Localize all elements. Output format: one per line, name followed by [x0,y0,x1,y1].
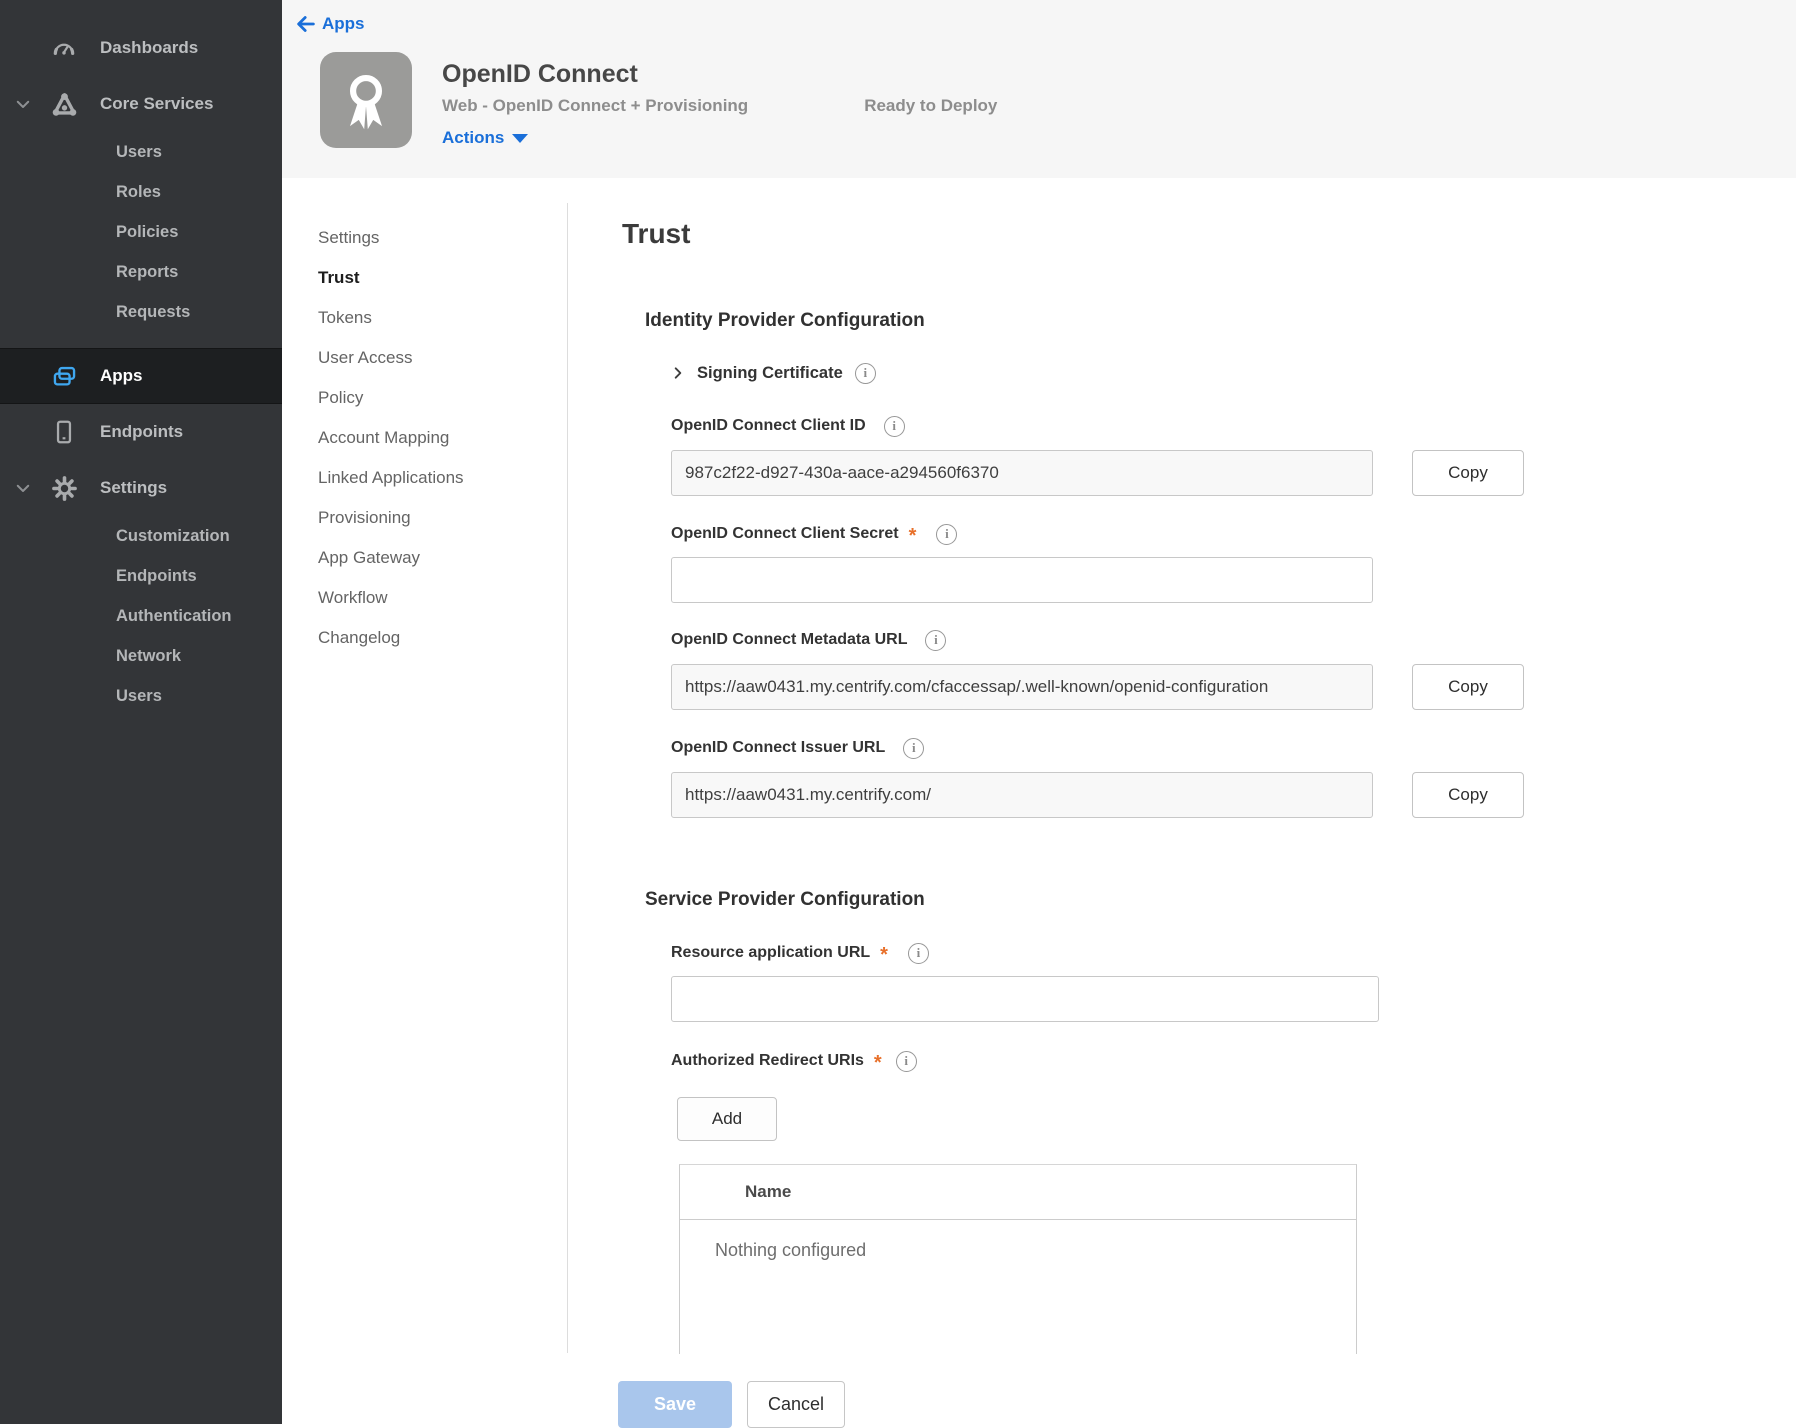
tab-account-mapping[interactable]: Account Mapping [282,418,567,458]
redirect-uris-label: Authorized Redirect URIs [671,1052,864,1070]
client-secret-label: OpenID Connect Client Secret [671,525,899,543]
client-secret-label-row: OpenID Connect Client Secret * i [671,524,1642,544]
metadata-url-input[interactable] [671,664,1373,710]
info-icon[interactable]: i [855,363,876,384]
caret-down-icon [512,134,528,143]
sidebar-item-label: Core Services [100,94,213,114]
sidebar-item-dashboards[interactable]: Dashboards [0,20,282,76]
sidebar-item-label: Settings [100,478,167,498]
gear-icon [50,474,78,502]
main-sidebar: Dashboards Core Services Users Roles Pol… [0,0,282,1424]
info-icon[interactable]: i [896,1051,917,1072]
sidebar-item-users-settings[interactable]: Users [0,676,282,716]
core-services-icon [50,90,78,118]
cancel-button[interactable]: Cancel [747,1381,845,1428]
page-app-title: OpenID Connect [442,60,638,89]
info-icon[interactable]: i [884,416,905,437]
page-title: Trust [622,217,1642,251]
sidebar-item-customization[interactable]: Customization [0,516,282,556]
issuer-url-label: OpenID Connect Issuer URL [671,739,885,757]
sidebar-item-users[interactable]: Users [0,132,282,172]
info-icon[interactable]: i [925,630,946,651]
app-type-subtitle: Web - OpenID Connect + Provisioning [442,96,748,116]
sidebar-item-label: Apps [100,366,143,386]
table-header-row: Name [680,1165,1356,1220]
issuer-url-input[interactable] [671,772,1373,818]
tab-changelog[interactable]: Changelog [282,618,567,658]
tab-policy[interactable]: Policy [282,378,567,418]
deploy-status-badge: Ready to Deploy [864,96,997,116]
redirect-uris-label-row: Authorized Redirect URIs * i [671,1051,1642,1071]
gauge-icon [50,34,78,62]
back-arrow-icon [296,15,316,33]
tab-provisioning[interactable]: Provisioning [282,498,567,538]
endpoint-icon [50,418,78,446]
sidebar-item-label: Dashboards [100,38,198,58]
resource-url-label: Resource application URL [671,944,870,962]
copy-issuer-url-button[interactable]: Copy [1412,772,1524,818]
form-footer: Save Cancel [618,1381,1642,1428]
idp-section-heading: Identity Provider Configuration [645,310,1642,332]
metadata-url-label-row: OpenID Connect Metadata URL i [671,630,1642,650]
back-to-apps-link[interactable]: Apps [296,14,365,34]
tab-user-access[interactable]: User Access [282,338,567,378]
tab-app-gateway[interactable]: App Gateway [282,538,567,578]
app-settings-nav: Settings Trust Tokens User Access Policy… [282,218,567,658]
required-asterisk: * [874,1058,882,1068]
client-secret-input[interactable] [671,557,1373,603]
sidebar-item-reports[interactable]: Reports [0,252,282,292]
required-asterisk: * [880,950,888,960]
resource-url-input[interactable] [671,976,1379,1022]
copy-metadata-url-button[interactable]: Copy [1412,664,1524,710]
table-empty-state: Nothing configured [680,1220,1356,1261]
sidebar-item-endpoints[interactable]: Endpoints [0,404,282,460]
client-id-label: OpenID Connect Client ID [671,417,866,435]
add-redirect-uri-button[interactable]: Add [677,1097,777,1141]
copy-client-id-button[interactable]: Copy [1412,450,1524,496]
info-icon[interactable]: i [908,943,929,964]
certificate-ribbon-icon [335,67,397,133]
trust-page: Trust Identity Provider Configuration Si… [622,178,1642,1428]
actions-menu-button[interactable]: Actions [442,128,528,148]
client-id-input[interactable] [671,450,1373,496]
redirect-uris-table: Name Nothing configured [679,1164,1357,1354]
app-logo [320,52,412,148]
tab-settings[interactable]: Settings [282,218,567,258]
sidebar-item-core-services[interactable]: Core Services [0,76,282,132]
signing-certificate-expander[interactable]: Signing Certificate i [671,362,1642,384]
column-header-name: Name [745,1182,791,1202]
tab-tokens[interactable]: Tokens [282,298,567,338]
client-id-label-row: OpenID Connect Client ID i [671,416,1642,436]
chevron-right-icon [671,366,685,380]
resource-url-label-row: Resource application URL * i [671,943,1642,963]
sidebar-item-authentication[interactable]: Authentication [0,596,282,636]
tab-linked-applications[interactable]: Linked Applications [282,458,567,498]
sp-section-heading: Service Provider Configuration [645,889,1642,911]
info-icon[interactable]: i [903,738,924,759]
tab-trust[interactable]: Trust [282,258,567,298]
required-asterisk: * [909,531,917,541]
sidebar-item-policies[interactable]: Policies [0,212,282,252]
info-icon[interactable]: i [936,524,957,545]
signing-certificate-label: Signing Certificate [697,364,843,383]
issuer-url-label-row: OpenID Connect Issuer URL i [671,738,1642,758]
app-header: Apps OpenID Connect Web - OpenID Connect… [282,0,1796,178]
apps-icon [50,362,78,390]
sidebar-item-apps[interactable]: Apps [0,348,282,404]
sidebar-item-endpoints-settings[interactable]: Endpoints [0,556,282,596]
chevron-down-icon[interactable] [14,479,32,497]
save-button[interactable]: Save [618,1381,732,1428]
sidebar-item-roles[interactable]: Roles [0,172,282,212]
chevron-down-icon[interactable] [14,95,32,113]
sidebar-item-requests[interactable]: Requests [0,292,282,332]
content-divider [567,203,568,1353]
tab-workflow[interactable]: Workflow [282,578,567,618]
metadata-url-label: OpenID Connect Metadata URL [671,631,907,649]
sidebar-item-settings[interactable]: Settings [0,460,282,516]
sidebar-item-label: Endpoints [100,422,183,442]
sidebar-item-network[interactable]: Network [0,636,282,676]
